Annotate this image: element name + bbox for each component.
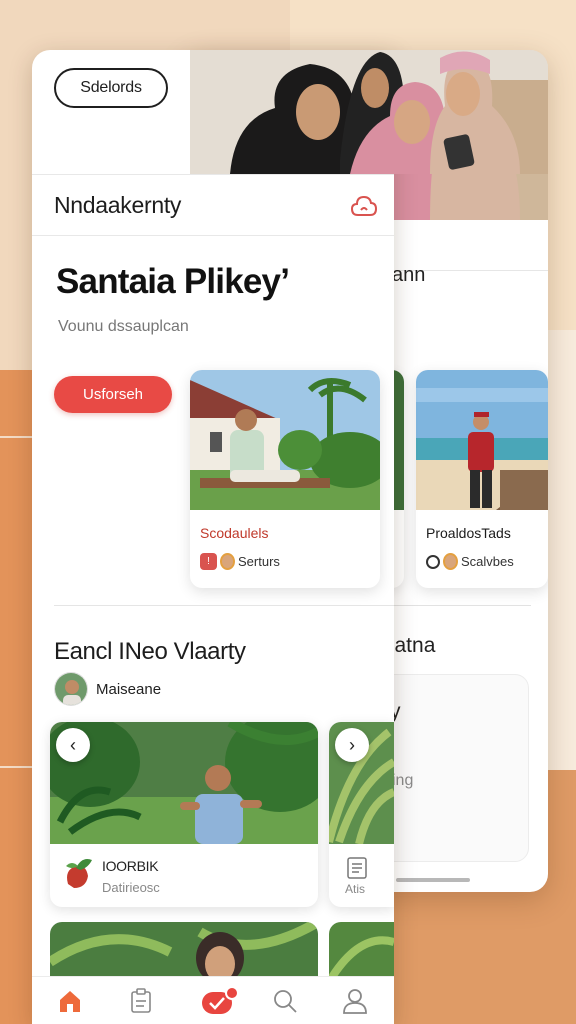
hero-title: Santaia Plikey’ [56,262,290,301]
app-title: Nndaakernty [54,192,182,218]
section-title: Eancl INeo Vlaarty [54,638,246,665]
next-side-card[interactable] [329,922,394,982]
product-card-beach[interactable]: ProaldosTads Scalvbes [416,370,548,588]
feature-subtitle: Datirieosc [102,880,160,895]
product-card-meta-text: Serturs [238,554,280,569]
next-feature-photo [50,922,318,982]
nav-search[interactable] [271,987,299,1015]
background-stripe [0,436,32,438]
avatar [54,672,88,706]
avatar [220,553,235,570]
nav-tasks[interactable] [200,986,239,1014]
nav-profile[interactable] [341,987,369,1015]
chevron-right-icon: › [349,734,355,755]
carousel-next-button[interactable]: › [335,728,369,762]
feature-title: IOORBIK [102,858,159,874]
top-pill-button[interactable]: Sdelords [54,68,168,108]
product-card-garden[interactable]: Scodaulels ! Serturs [190,370,380,588]
garden-photo [190,370,380,510]
author-name: Maiseane [96,680,162,698]
main-screen-card: Sdelords Nndaakernty Santaia Plikey’ Vou… [32,50,394,1024]
product-card-title: ProaldosTads [426,525,511,541]
check-badge-icon [202,986,239,1014]
leaf-logo-icon [66,859,92,888]
bottom-nav [32,976,394,1024]
chevron-left-icon: ‹ [70,734,76,755]
product-card-meta-text: Scalvbes [461,554,514,569]
back-title-fragment: ann [392,264,426,286]
user-icon [343,989,367,1014]
section-divider [54,605,394,606]
feature-photo [50,722,318,844]
avatar [443,553,458,570]
product-card-meta: Scalvbes [426,553,514,570]
search-icon [274,990,297,1013]
product-card-title: Scodaulels [200,525,269,541]
cloud-icon[interactable] [350,193,378,219]
scrollbar[interactable] [396,878,470,882]
next-side-photo [329,922,394,982]
beach-photo [416,370,548,510]
header-family-photo [190,50,548,174]
product-card-meta: ! Serturs [200,553,280,570]
cta-button[interactable]: Usforseh [54,376,172,413]
hero-subtitle: Vounu dssauplcan [58,318,189,335]
carousel-prev-button[interactable]: ‹ [56,728,90,762]
author-row[interactable]: Maiseane [54,672,161,706]
feature-card[interactable]: IOORBIK Datirieosc [50,722,318,907]
next-feature-card[interactable] [50,922,318,982]
tag-icon: ! [200,553,217,570]
nav-documents[interactable] [127,987,155,1015]
home-icon [60,991,80,1012]
app-header: Nndaakernty [32,174,394,236]
back-panel-fragment: ing [392,772,414,789]
background-stripe [0,766,32,768]
timer-icon [426,554,440,569]
document-icon [347,857,367,879]
side-card-label: Atis [345,882,366,896]
document-icon [131,988,151,1013]
nav-home[interactable] [56,987,84,1015]
